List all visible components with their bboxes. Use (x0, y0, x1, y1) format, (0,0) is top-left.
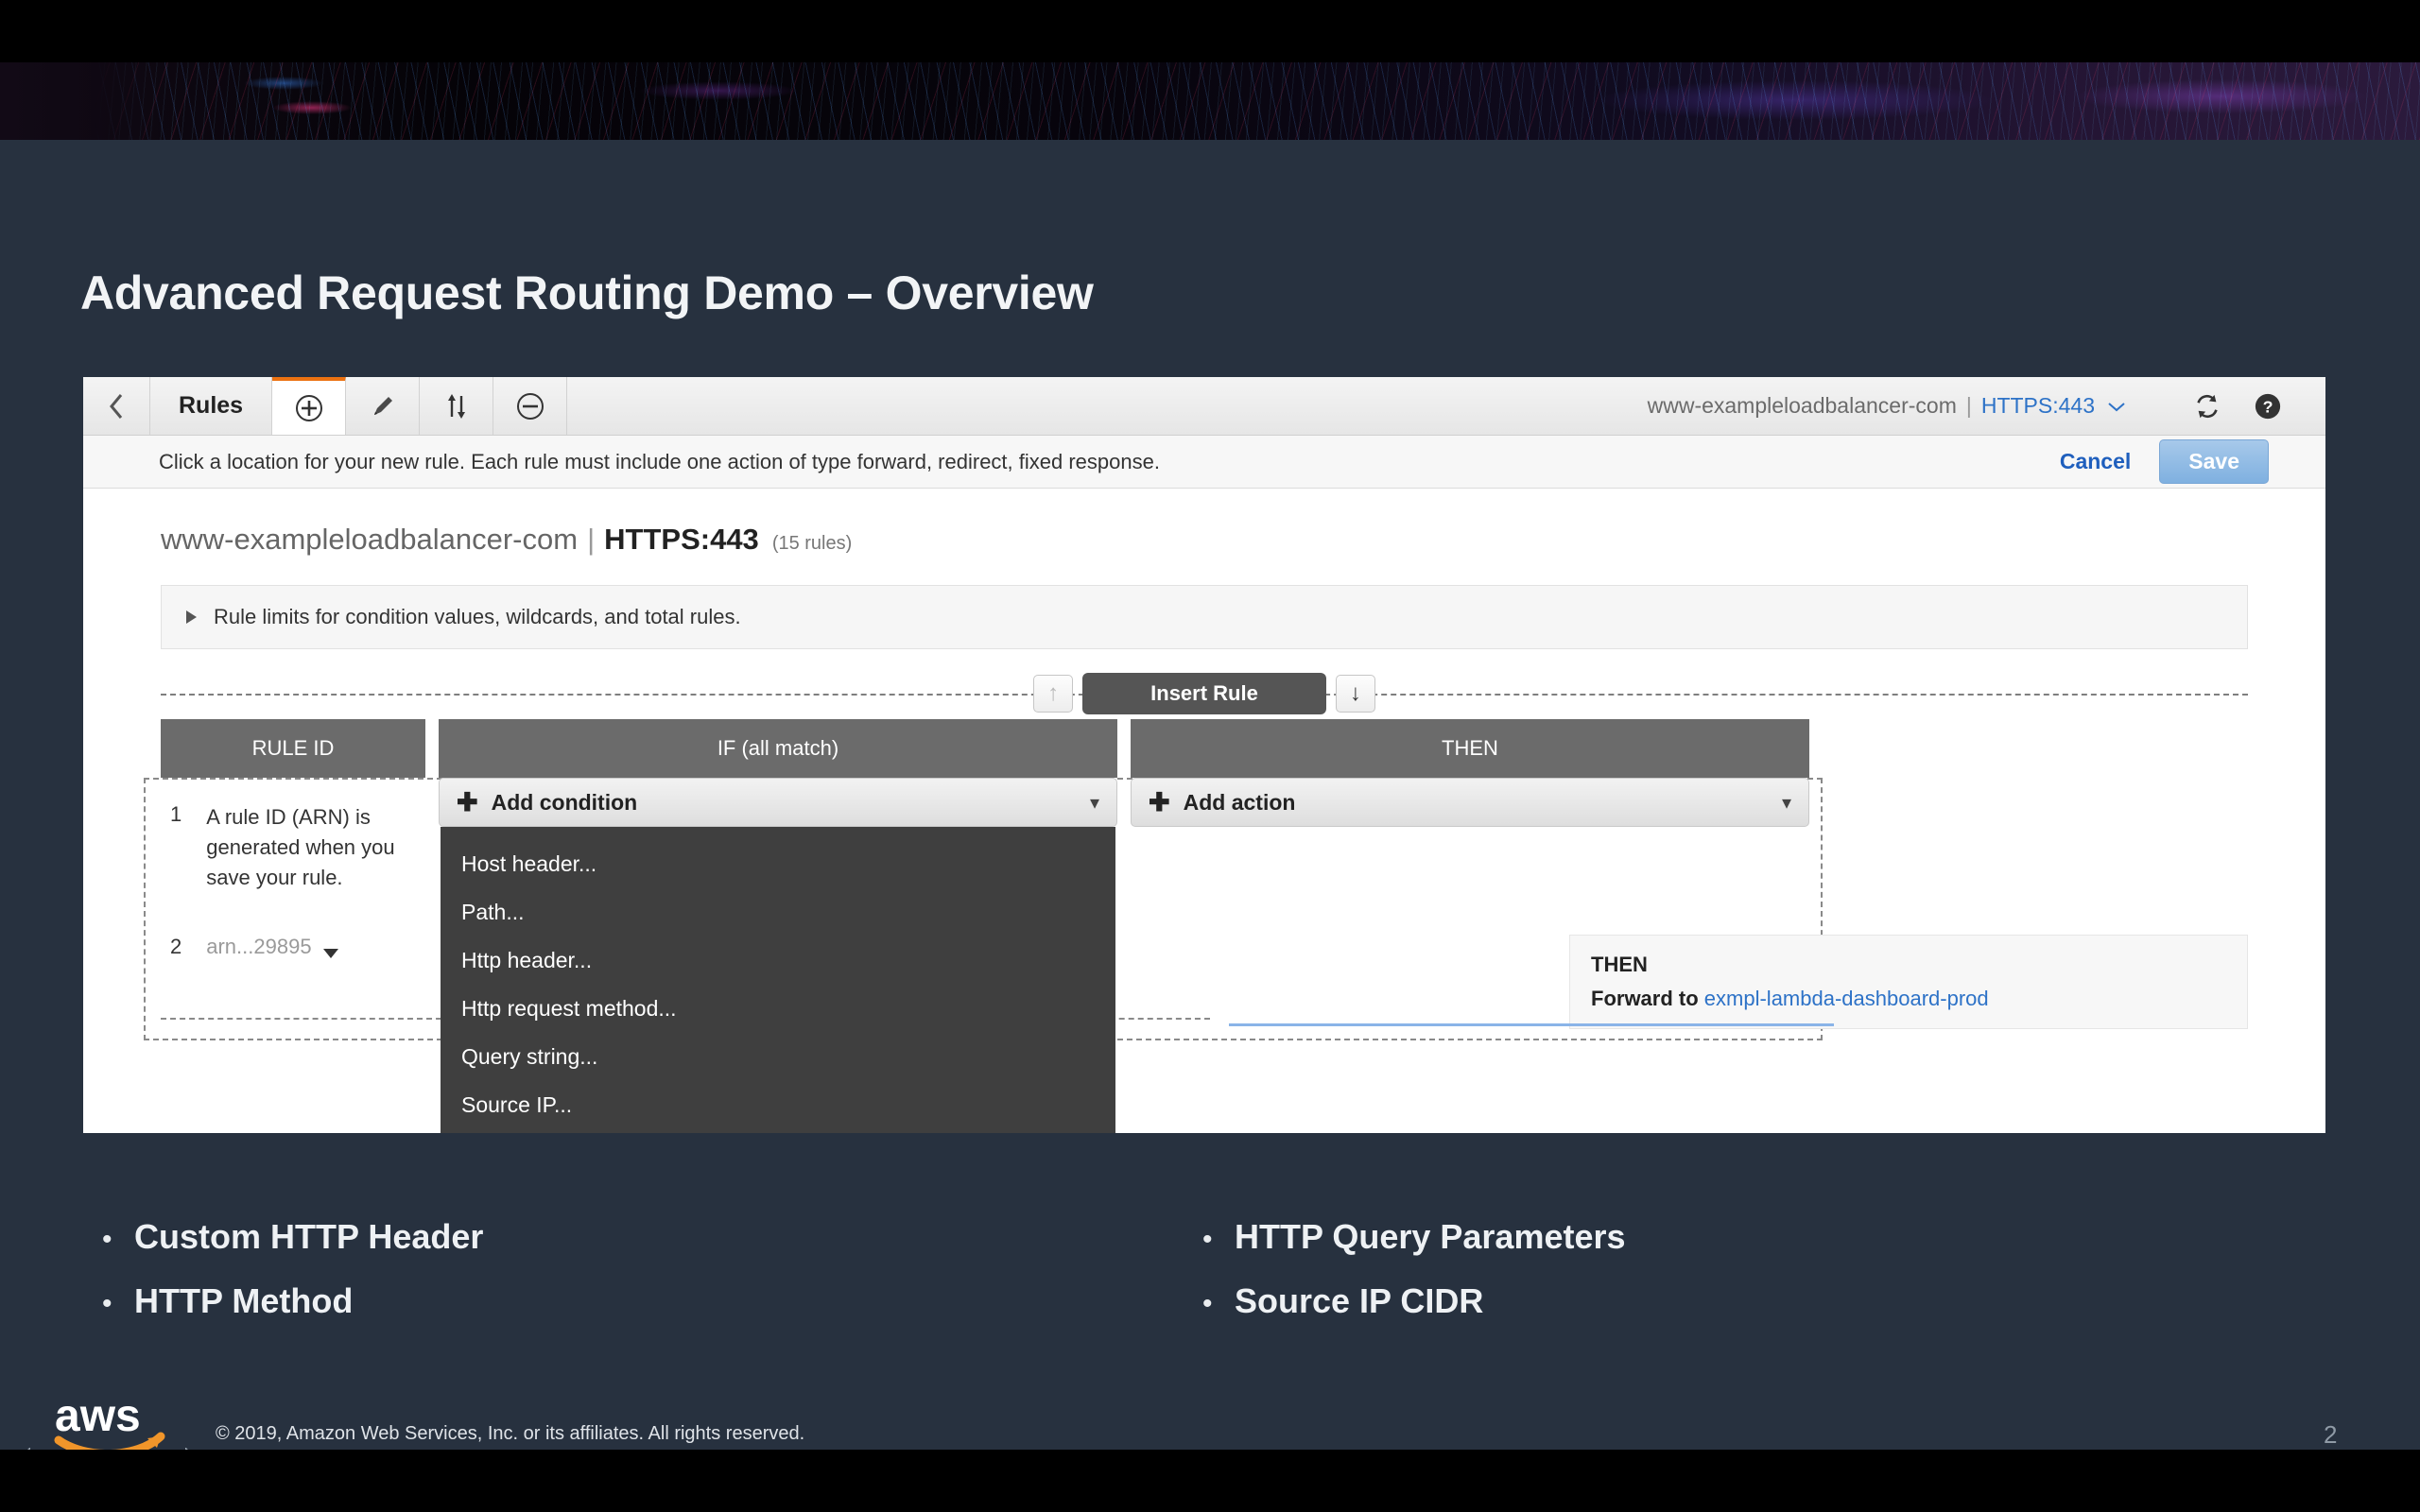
page-title: Advanced Request Routing Demo – Overview (80, 266, 1094, 320)
svg-text:?: ? (2263, 397, 2273, 416)
pencil-icon (369, 392, 397, 421)
then-forward-line: Forward to exmpl-lambda-dashboard-prod (1591, 987, 2226, 1011)
add-condition-button[interactable]: ✚ Add condition ▾ (439, 778, 1117, 827)
reorder-rules-button[interactable] (420, 377, 493, 435)
rule-id-cell: 1 A rule ID (ARN) is generated when you … (161, 778, 425, 893)
add-action-button[interactable]: ✚ Add action ▾ (1131, 778, 1809, 827)
letterbox-top (0, 0, 2420, 62)
copyright-text: © 2019, Amazon Web Services, Inc. or its… (216, 1423, 804, 1445)
move-up-button[interactable]: ↑ (1033, 675, 1073, 713)
bullet-list-right: • HTTP Query Parameters • Source IP CIDR (1202, 1217, 1626, 1346)
slide-canvas: Advanced Request Routing Demo – Overview… (0, 62, 2420, 1450)
listener-heading: www-exampleloadbalancer-com | HTTPS:443 (15… (83, 489, 2325, 557)
bullet-marker-icon: • (1202, 1226, 1235, 1254)
menu-item-query-string[interactable]: Query string... (441, 1033, 1115, 1081)
heading-loadbalancer-name: www-exampleloadbalancer-com (161, 523, 578, 556)
rule-limits-expander[interactable]: Rule limits for condition values, wildca… (161, 585, 2248, 649)
toolbar-right-icons: ? (2127, 377, 2325, 435)
list-item: • Custom HTTP Header (102, 1217, 483, 1257)
bullet-marker-icon: • (102, 1226, 134, 1254)
menu-item-source-ip[interactable]: Source IP... (441, 1081, 1115, 1129)
bullet-marker-icon: • (1202, 1290, 1235, 1318)
letterbox-bottom (0, 1450, 2420, 1512)
column-header-rule-id: RULE ID (161, 719, 425, 778)
add-action-dropdown: ✚ Add action ▾ (1131, 778, 1809, 893)
plus-icon: ✚ (1149, 788, 1170, 817)
table-row: 1 A rule ID (ARN) is generated when you … (161, 778, 2248, 893)
notice-actions: Cancel Save (2060, 439, 2325, 484)
rule-number: 2 (170, 935, 182, 959)
column-header-if: IF (all match) (439, 719, 1117, 778)
add-rule-button[interactable] (272, 377, 346, 435)
then-label: THEN (1591, 953, 2226, 977)
svg-text:aws: aws (55, 1391, 141, 1441)
add-condition-dropdown: ✚ Add condition ▾ Host header... Path...… (439, 778, 1117, 893)
toolbar-separator: | (1966, 393, 1972, 419)
column-header-then: THEN (1131, 719, 1809, 778)
heading-listener: HTTPS:443 (604, 523, 759, 556)
page-number: 2 (2324, 1420, 2337, 1450)
list-item: • HTTP Method (102, 1281, 483, 1321)
caret-down-icon (323, 949, 338, 958)
bullet-marker-icon: • (102, 1290, 134, 1318)
rule-id-placeholder-text: A rule ID (ARN) is generated when you sa… (206, 802, 395, 893)
insert-rule-button[interactable]: Insert Rule (1082, 673, 1326, 714)
toolbar-listener: HTTPS:443 (1981, 393, 2095, 419)
section-label: Rules (150, 377, 272, 435)
rule-limits-label: Rule limits for condition values, wildca… (214, 605, 741, 629)
back-button[interactable] (83, 377, 150, 435)
toolbar-spacer (567, 377, 1648, 435)
menu-item-host-header[interactable]: Host header... (441, 840, 1115, 888)
bullet-label: HTTP Method (134, 1281, 353, 1321)
listener-selector[interactable]: www-exampleloadbalancer-com | HTTPS:443 (1648, 377, 2127, 435)
console-body: www-exampleloadbalancer-com | HTTPS:443 (15… (83, 489, 2325, 1029)
bullet-label: HTTP Query Parameters (1235, 1217, 1626, 1257)
add-condition-label: Add condition (492, 790, 638, 816)
rule-arn[interactable]: arn...29895 (206, 935, 337, 959)
chevron-down-icon (2106, 400, 2127, 413)
bullet-label: Source IP CIDR (1235, 1281, 1483, 1321)
save-button[interactable]: Save (2159, 439, 2269, 484)
edit-rule-button[interactable] (346, 377, 420, 435)
forward-target-link[interactable]: exmpl-lambda-dashboard-prod (1704, 987, 1989, 1010)
menu-item-path[interactable]: Path... (441, 888, 1115, 936)
insert-rule-row: ↑ Insert Rule ↓ (161, 672, 2248, 715)
minus-circle-icon (515, 391, 545, 421)
help-circle-icon[interactable]: ? (2254, 392, 2282, 421)
decorative-circuit-banner (0, 62, 2420, 140)
insert-controls: ↑ Insert Rule ↓ (1033, 673, 1375, 714)
move-down-button[interactable]: ↓ (1336, 675, 1375, 713)
list-item: • Source IP CIDR (1202, 1281, 1626, 1321)
bullet-list-left: • Custom HTTP Header • HTTP Method (102, 1217, 483, 1346)
heading-rule-count: (15 rules) (772, 533, 852, 554)
plus-circle-icon (294, 393, 324, 423)
notice-bar: Click a location for your new rule. Each… (83, 436, 2325, 489)
refresh-icon[interactable] (2193, 392, 2221, 421)
chevron-down-icon: ▾ (1782, 791, 1791, 815)
rule-arn-label: arn...29895 (206, 935, 311, 958)
triangle-right-icon (186, 610, 197, 624)
aws-logo: aws (45, 1385, 197, 1450)
chevron-down-icon: ▾ (1090, 791, 1099, 815)
delete-rule-button[interactable] (493, 377, 567, 435)
condition-menu: Host header... Path... Http header... Ht… (441, 827, 1115, 1133)
sort-updown-icon (444, 392, 469, 421)
plus-icon: ✚ (457, 788, 478, 817)
menu-item-http-request-method[interactable]: Http request method... (441, 985, 1115, 1033)
rules-area: ↑ Insert Rule ↓ RULE ID IF (all match) T… (161, 672, 2248, 1029)
menu-item-http-header[interactable]: Http header... (441, 936, 1115, 985)
bullet-label: Custom HTTP Header (134, 1217, 483, 1257)
chevron-left-icon (108, 392, 125, 421)
add-action-label: Add action (1184, 790, 1296, 816)
notice-message: Click a location for your new rule. Each… (83, 450, 1160, 474)
toolbar-loadbalancer-name: www-exampleloadbalancer-com (1648, 393, 1957, 419)
list-item: • HTTP Query Parameters (1202, 1217, 1626, 1257)
console-toolbar: Rules (83, 377, 2325, 436)
console-screenshot: Rules (83, 377, 2325, 1133)
rule-number: 1 (170, 802, 182, 893)
rules-table-header: RULE ID IF (all match) THEN (161, 719, 2248, 778)
heading-separator: | (587, 523, 595, 556)
cancel-button[interactable]: Cancel (2060, 449, 2131, 474)
forward-prefix: Forward to (1591, 987, 1699, 1010)
